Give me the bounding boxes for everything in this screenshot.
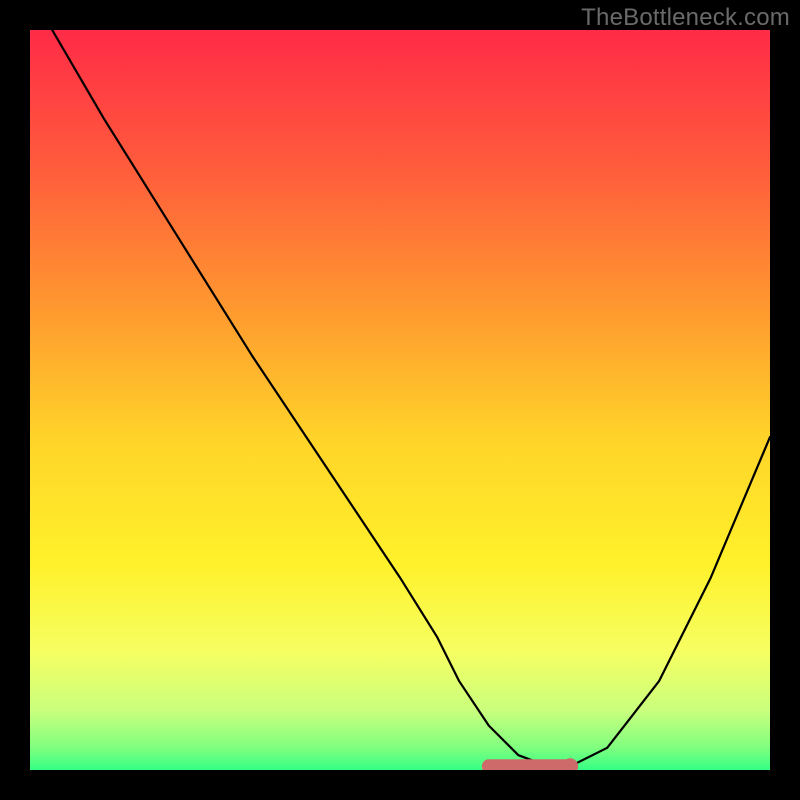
watermark-text: TheBottleneck.com [581, 4, 790, 32]
gradient-background [30, 30, 770, 770]
bottleneck-chart [30, 30, 770, 770]
chart-container: TheBottleneck.com [0, 0, 800, 800]
